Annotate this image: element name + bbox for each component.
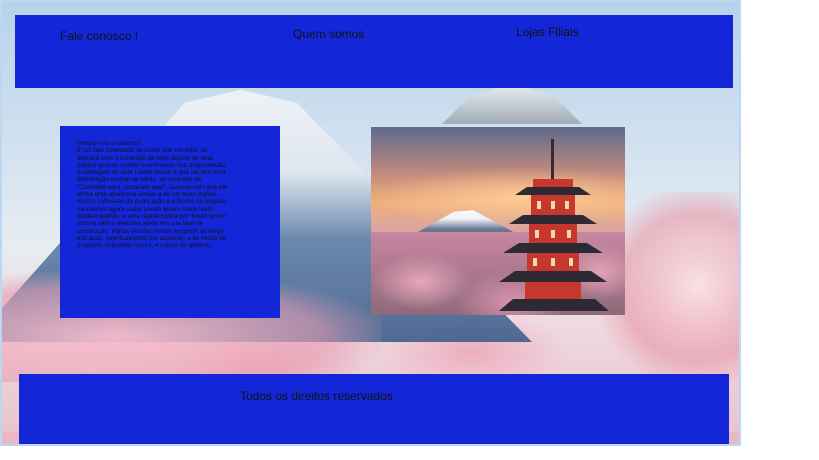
page-frame: Fale conosco ! Quem somos Lojas Filiais … xyxy=(0,0,741,446)
content-paragraph: É um fato conhecido de todos que um leit… xyxy=(77,147,228,250)
content-text-panel: Porque nós o usamos? É um fato conhecido… xyxy=(60,126,280,318)
top-navigation-bar: Fale conosco ! Quem somos Lojas Filiais xyxy=(15,15,733,88)
footer-copyright-text: Todos os direitos reservados xyxy=(240,389,393,403)
nav-link-lojas-filiais[interactable]: Lojas Filiais xyxy=(516,25,579,39)
pagoda-photo xyxy=(371,127,625,315)
page-footer: Todos os direitos reservados xyxy=(19,374,729,444)
nav-link-quem-somos[interactable]: Quem somos xyxy=(293,27,364,41)
nav-link-fale-conosco[interactable]: Fale conosco ! xyxy=(60,29,138,43)
pagoda-icon xyxy=(499,139,609,311)
